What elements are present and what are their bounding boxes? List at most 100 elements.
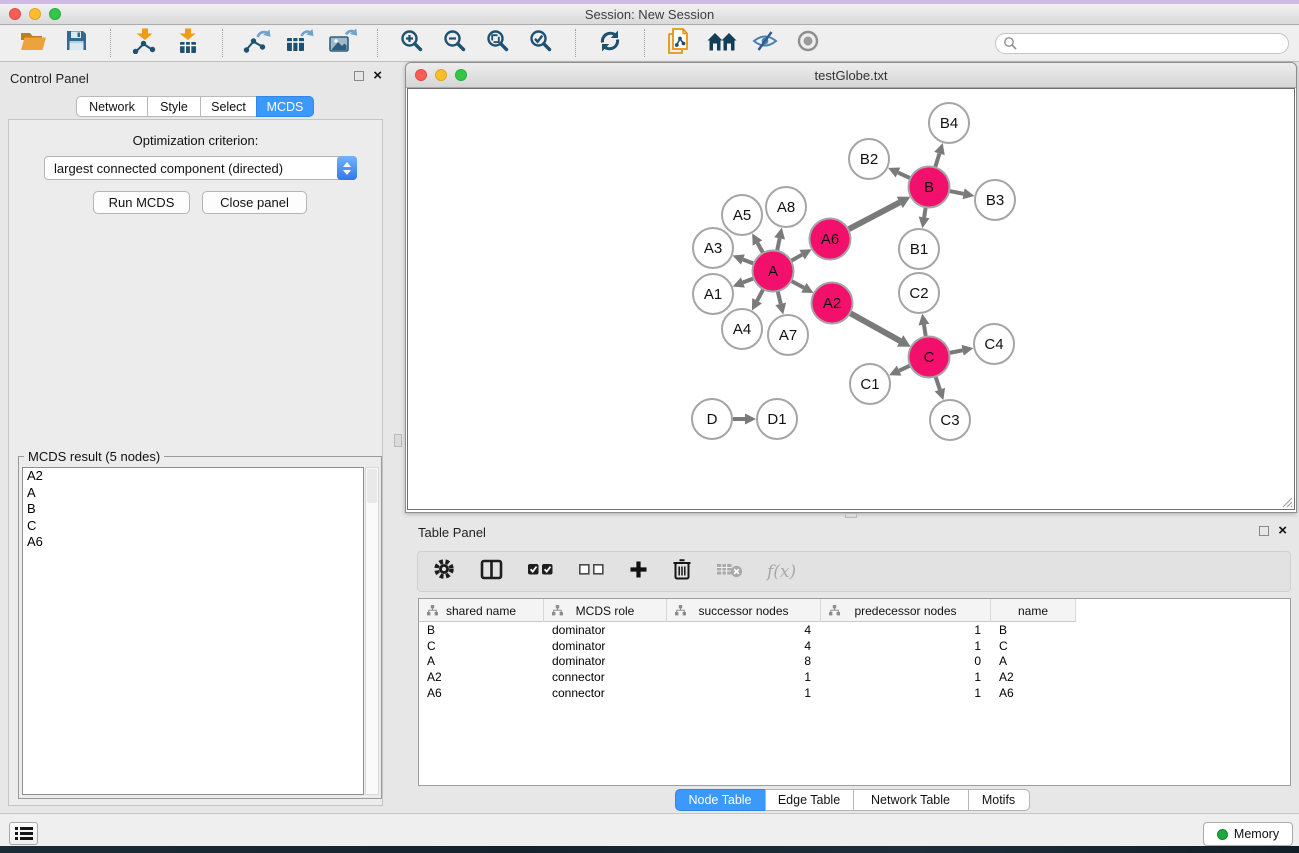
tab-network-table[interactable]: Network Table — [853, 789, 969, 811]
window-resize-grip[interactable] — [1280, 495, 1293, 508]
edge-A-A1[interactable] — [743, 279, 754, 283]
table-cell[interactable]: 4 — [667, 639, 821, 655]
table-cell[interactable]: C — [991, 639, 1076, 655]
column-header-MCDS-role[interactable]: MCDS role — [544, 599, 667, 622]
import-network-button[interactable] — [128, 28, 162, 58]
mcds-result-item[interactable]: A — [23, 485, 363, 502]
column-header-predecessor-nodes[interactable]: predecessor nodes — [821, 599, 991, 622]
tab-mcds[interactable]: MCDS — [256, 96, 314, 117]
edge-A-A3[interactable] — [743, 259, 754, 263]
table-cell[interactable]: 4 — [667, 623, 821, 639]
optimization-criterion-dropdown[interactable]: largest connected component (directed) — [44, 156, 357, 180]
scrollbar-thumb[interactable] — [367, 469, 377, 503]
import-table-button[interactable] — [171, 28, 205, 58]
table-cell[interactable]: A — [991, 654, 1076, 670]
table-cell[interactable]: 1 — [667, 686, 821, 702]
mcds-result-list[interactable]: A2ABCA6 — [22, 467, 364, 795]
search-box[interactable] — [995, 33, 1289, 54]
table-cell[interactable]: 0 — [821, 654, 991, 670]
zoom-out-button[interactable] — [438, 28, 472, 58]
tab-style[interactable]: Style — [147, 96, 201, 117]
column-header-shared-name[interactable]: shared name — [419, 599, 544, 622]
float-panel-icon[interactable] — [354, 71, 364, 81]
table-cell[interactable]: 1 — [667, 670, 821, 686]
tab-select[interactable]: Select — [200, 96, 257, 117]
delete-columns-button[interactable] — [672, 558, 692, 585]
network-from-file-button[interactable] — [662, 28, 696, 58]
table-settings-button[interactable] — [432, 557, 456, 586]
table-cell[interactable]: 1 — [821, 639, 991, 655]
table-cell[interactable]: B — [419, 623, 544, 639]
edge-B-B1[interactable] — [924, 208, 926, 218]
mcds-result-item[interactable]: A6 — [23, 534, 363, 551]
close-panel-icon[interactable]: × — [373, 71, 382, 81]
show-all-button[interactable] — [791, 28, 825, 58]
column-header-successor-nodes[interactable]: successor nodes — [667, 599, 821, 622]
select-all-checkboxes-button[interactable] — [527, 562, 554, 581]
open-session-button[interactable] — [16, 28, 50, 58]
export-network-button[interactable] — [240, 28, 274, 58]
tab-node-table[interactable]: Node Table — [675, 789, 766, 811]
table-cell[interactable]: B — [991, 623, 1076, 639]
table-cell[interactable]: 8 — [667, 654, 821, 670]
task-history-button[interactable] — [9, 822, 38, 845]
edge-A6-B[interactable] — [849, 202, 900, 229]
network-canvas[interactable]: AA1A3A5A8A4A7A6A2BB1B2B3B4CC1C2C3C4DD1 — [407, 88, 1295, 510]
mcds-result-item[interactable]: A2 — [23, 468, 363, 485]
table-cell[interactable]: dominator — [544, 654, 667, 670]
table-cell[interactable]: connector — [544, 686, 667, 702]
network-window-titlebar[interactable]: testGlobe.txt — [406, 63, 1296, 88]
edge-C-C1[interactable] — [899, 366, 910, 371]
table-cell[interactable]: 1 — [821, 623, 991, 639]
float-table-panel-icon[interactable] — [1259, 526, 1269, 536]
table-cell[interactable]: dominator — [544, 623, 667, 639]
tab-edge-table[interactable]: Edge Table — [765, 789, 854, 811]
column-header-name[interactable]: name — [991, 599, 1076, 622]
table-cell[interactable]: connector — [544, 670, 667, 686]
table-cell[interactable]: 1 — [821, 686, 991, 702]
edge-B-B3[interactable] — [950, 191, 964, 194]
search-input[interactable] — [1017, 36, 1288, 50]
memory-button[interactable]: Memory — [1203, 822, 1293, 846]
edge-C-C3[interactable] — [936, 377, 940, 390]
save-session-button[interactable] — [59, 28, 93, 58]
table-cell[interactable]: A — [419, 654, 544, 670]
zoom-fit-button[interactable] — [481, 28, 515, 58]
vertical-splitter-grip[interactable] — [394, 434, 402, 447]
edge-A-A8[interactable] — [777, 238, 779, 250]
mcds-result-item[interactable]: B — [23, 501, 363, 518]
table-cell[interactable]: A2 — [991, 670, 1076, 686]
run-mcds-button[interactable]: Run MCDS — [93, 191, 190, 214]
edge-A-A4[interactable] — [757, 290, 763, 301]
mcds-result-item[interactable]: C — [23, 518, 363, 535]
export-table-button[interactable] — [283, 28, 317, 58]
result-list-scrollbar[interactable] — [365, 467, 379, 795]
zoom-in-button[interactable] — [395, 28, 429, 58]
deselect-all-checkboxes-button[interactable] — [578, 562, 605, 581]
table-cell[interactable]: A6 — [991, 686, 1076, 702]
home-button[interactable] — [705, 28, 739, 58]
hide-selected-button[interactable] — [748, 28, 782, 58]
table-cell[interactable]: A2 — [419, 670, 544, 686]
create-column-button[interactable] — [629, 560, 648, 584]
edge-A-A7[interactable] — [778, 291, 781, 303]
edge-A2-C[interactable] — [850, 313, 900, 341]
close-panel-button[interactable]: Close panel — [202, 191, 307, 214]
edge-C-C2[interactable] — [924, 325, 926, 337]
tab-motifs[interactable]: Motifs — [968, 789, 1030, 811]
zoom-selected-button[interactable] — [524, 28, 558, 58]
edge-B-B2[interactable] — [898, 173, 910, 179]
table-cell[interactable]: C — [419, 639, 544, 655]
tab-network[interactable]: Network — [76, 96, 148, 117]
export-image-button[interactable] — [326, 28, 360, 58]
edge-A-A2[interactable] — [791, 281, 803, 288]
table-cell[interactable]: 1 — [821, 670, 991, 686]
close-table-panel-icon[interactable]: × — [1278, 526, 1287, 536]
edge-A-A5[interactable] — [757, 243, 762, 253]
edge-C-C4[interactable] — [950, 350, 963, 353]
show-columns-button[interactable] — [480, 559, 503, 585]
refresh-button[interactable] — [593, 28, 627, 58]
table-cell[interactable]: A6 — [419, 686, 544, 702]
edge-B-B4[interactable] — [935, 154, 939, 167]
table-cell[interactable]: dominator — [544, 639, 667, 655]
